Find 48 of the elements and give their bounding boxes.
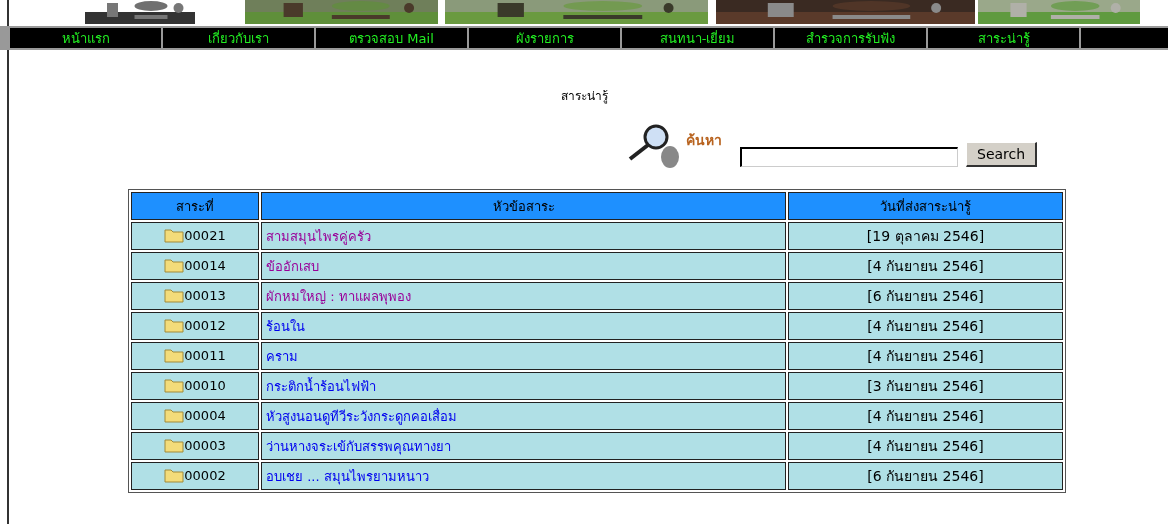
submission-date: [4 กันยายน 2546] — [867, 348, 984, 364]
folder-icon — [164, 466, 185, 483]
nav-link[interactable]: สำรวจการรับฟัง — [775, 28, 926, 48]
topic-number: 00012 — [184, 317, 226, 333]
topic-link[interactable]: ผักหมใหญ่ : ทาแผลพุพอง — [266, 288, 411, 304]
folder-icon — [164, 436, 185, 453]
submission-date: [6 กันยายน 2546] — [867, 468, 984, 484]
column-header: วันที่ส่งสาระน่ารู้ — [788, 192, 1063, 220]
submission-date: [4 กันยายน 2546] — [867, 408, 984, 424]
nav-link[interactable]: เกี่ยวกับเรา — [163, 28, 314, 48]
topic-link[interactable]: สามสมุนไพรคู่ครัว — [266, 228, 371, 244]
folder-icon — [164, 256, 185, 273]
topic-number: 00004 — [184, 407, 226, 423]
column-header: สาระที่ — [131, 192, 259, 220]
topic-number: 00021 — [184, 227, 226, 243]
submission-date: [4 กันยายน 2546] — [867, 438, 984, 454]
submission-date: [3 กันยายน 2546] — [867, 378, 984, 394]
topic-number: 00002 — [184, 467, 226, 483]
topic-number: 00014 — [184, 257, 226, 273]
submission-date: [19 ตุลาคม 2546] — [866, 228, 985, 244]
nav-link[interactable]: ตรวจสอบ Mail — [316, 28, 467, 48]
submission-date: [6 กันยายน 2546] — [867, 288, 984, 304]
folder-icon — [164, 226, 185, 243]
nav-link[interactable]: สาระน่ารู้ — [928, 28, 1079, 48]
topic-link[interactable]: กระติกน้ำร้อนไฟฟ้า — [266, 378, 376, 394]
topic-link[interactable]: ข้ออักเสบ — [266, 258, 319, 274]
submission-date: [4 กันยายน 2546] — [867, 318, 984, 334]
nav-link[interactable]: หน้าแรก — [10, 28, 161, 48]
folder-icon — [164, 376, 185, 393]
page-heading: สาระน่ารู้ — [560, 89, 608, 103]
topic-number: 00003 — [184, 437, 226, 453]
topic-link[interactable]: อบเชย ... สมุนไพรยามหนาว — [266, 468, 429, 484]
nav-link[interactable]: ผังรายการ — [469, 28, 620, 48]
folder-icon — [164, 346, 185, 363]
search-label: ค้นหา — [686, 131, 722, 150]
folder-icon — [164, 406, 185, 423]
topic-link[interactable]: ร้อนใน — [266, 318, 305, 334]
submission-date: [4 กันยายน 2546] — [867, 258, 984, 274]
search-button[interactable]: Search — [966, 142, 1038, 167]
folder-icon — [164, 316, 185, 333]
topic-number: 00013 — [184, 287, 226, 303]
search-field[interactable] — [740, 147, 958, 167]
topic-number: 00011 — [184, 347, 226, 363]
folder-icon — [164, 286, 185, 303]
topic-number: 00010 — [184, 377, 226, 393]
column-header: หัวข้อสาระ — [261, 192, 786, 220]
nav-link[interactable]: สนทนา-เยี่ยม — [622, 28, 773, 48]
topic-link[interactable]: คราม — [266, 348, 298, 364]
